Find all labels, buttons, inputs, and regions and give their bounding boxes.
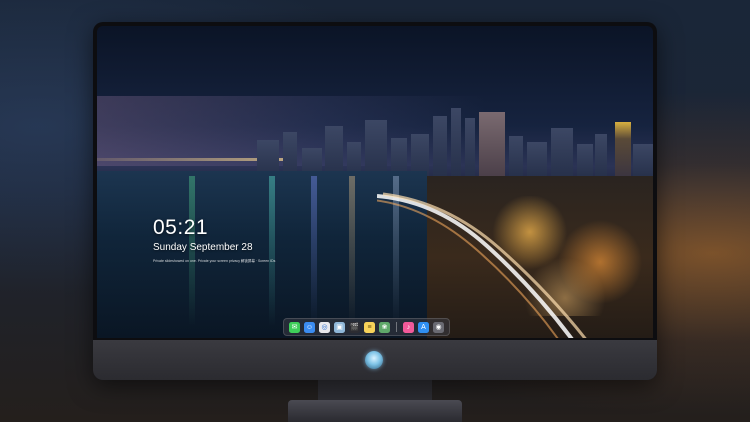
water-reflection (269, 176, 275, 326)
monitor-stand-base (288, 400, 462, 422)
app-store-icon[interactable]: A (418, 321, 429, 333)
skyline-building (551, 128, 573, 178)
notes-icon[interactable]: ≡ (364, 321, 375, 333)
skyline-building (479, 112, 505, 178)
finder-icon[interactable]: ☺ (304, 321, 315, 333)
highway-light-trails (377, 192, 587, 338)
screen: 05:21 Sunday September 28 Private slides… (97, 26, 653, 338)
camera-icon[interactable]: ◉ (433, 321, 444, 333)
skyline-building (527, 142, 547, 178)
dock: ✉ ☺ ◎ ▣ 🎬 ≡ ❀ ♪ A ◉ (283, 318, 450, 336)
logo-icon (365, 351, 383, 369)
dock-separator (396, 322, 397, 332)
lock-screen-date: Sunday September 28 (153, 242, 253, 253)
messages-icon[interactable]: ✉ (289, 321, 300, 333)
skyline-building (633, 144, 653, 178)
skyline-building (451, 108, 461, 178)
water-reflection (311, 176, 317, 326)
clapper-icon[interactable]: 🎬 (349, 321, 360, 333)
lock-screen-time: 05:21 (153, 216, 209, 239)
skyline-building (465, 118, 475, 178)
water-reflection (349, 176, 355, 326)
monitor-chin (93, 340, 657, 380)
skyline-building (615, 122, 631, 178)
skyline-building (509, 136, 523, 178)
safari-icon[interactable]: ◎ (319, 321, 330, 333)
skyline-building (433, 116, 447, 178)
skyline-building (595, 134, 607, 178)
skyline-building (577, 144, 593, 178)
photos-icon[interactable]: ❀ (379, 321, 390, 333)
monitor: 05:21 Sunday September 28 Private slides… (93, 22, 657, 380)
lock-screen-hint: Private slideshowed on one. Private your… (153, 259, 276, 263)
preview-icon[interactable]: ▣ (334, 321, 345, 333)
skyline-building (365, 120, 387, 178)
music-icon[interactable]: ♪ (403, 321, 414, 333)
